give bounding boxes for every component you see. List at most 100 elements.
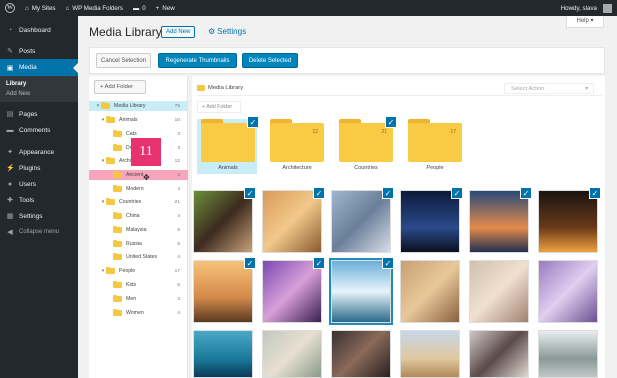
pin-icon: ✎	[7, 48, 13, 55]
folder-count: 3	[177, 145, 180, 151]
media-thumbnail[interactable]: ✓	[331, 187, 394, 253]
add-folder-button[interactable]: + Add Folder	[94, 80, 146, 94]
folder-card[interactable]: 17 People	[404, 119, 464, 174]
folder-tree-item[interactable]: ▾ People 17	[89, 266, 188, 276]
folder-tree-item[interactable]: Men 3	[89, 294, 188, 304]
folder-icon	[113, 184, 122, 192]
checkmark-icon[interactable]: ✓	[244, 187, 256, 199]
media-thumbnail[interactable]	[538, 330, 598, 378]
folder-card[interactable]: 21 Countries ✓	[335, 116, 397, 174]
media-thumbnail[interactable]	[193, 330, 253, 378]
wp-logo-menu[interactable]: W	[0, 0, 20, 16]
folder-tree-label: Malaysia	[126, 227, 147, 233]
checkmark-icon[interactable]: ✓	[313, 187, 325, 199]
folder-tree-item[interactable]: ▾ Animals 10	[89, 115, 188, 125]
chevron-down-icon: ▾	[585, 86, 588, 92]
add-folder-button-main[interactable]: + Add Folder	[197, 101, 241, 113]
folder-tree-item[interactable]: Russia 5	[89, 239, 188, 249]
media-thumbnail[interactable]: ✓	[262, 187, 325, 253]
folder-card[interactable]: Animals ✓	[197, 116, 259, 174]
menu-settings[interactable]: ▦ Settings	[0, 208, 78, 224]
folder-icon: 12	[270, 119, 324, 162]
media-thumbnail[interactable]: ✓	[469, 187, 532, 253]
add-new-button[interactable]: Add New	[161, 26, 196, 38]
media-thumbnail[interactable]	[469, 330, 529, 378]
menu-dashboard[interactable]: ◔ Dashboard	[0, 22, 78, 38]
media-thumbnail[interactable]: ✓	[538, 187, 601, 253]
media-thumbnail[interactable]: ✓	[400, 187, 463, 253]
site-name-menu[interactable]: ⌂ WP Media Folders	[60, 0, 128, 16]
folder-tree-item[interactable]: ▾ Media Library 75	[89, 101, 188, 111]
collapse-icon: ◀	[7, 229, 13, 236]
folder-tree-item[interactable]: United States 4	[89, 252, 188, 262]
select-action-dropdown[interactable]: Select Action ▾	[504, 83, 594, 94]
folder-count: 4	[177, 186, 180, 192]
folder-tree-label: Animals	[119, 117, 138, 123]
folder-tree-item[interactable]: China 4	[89, 211, 188, 221]
folder-count: 6	[177, 282, 180, 288]
checkmark-icon[interactable]: ✓	[313, 257, 325, 269]
regenerate-thumbnails-button[interactable]: Regenerate Thumbnails	[158, 53, 237, 68]
help-tab[interactable]: Help ▾	[566, 16, 604, 28]
menu-appearance[interactable]: ✦ Appearance	[0, 144, 78, 160]
folder-tree-item[interactable]: Kids 6	[89, 280, 188, 290]
folder-tree-item[interactable]: Women 4	[89, 308, 188, 318]
checkmark-icon[interactable]: ✓	[589, 187, 601, 199]
gear-icon: ⚙	[208, 27, 216, 36]
avatar	[603, 3, 612, 13]
media-toolbar: Cancel Selection Regenerate Thumbnails D…	[89, 47, 605, 74]
folder-tree-label: People	[119, 268, 136, 274]
folder-tree-item[interactable]: ▾ Countries 21	[89, 197, 188, 207]
checkmark-icon[interactable]: ✓	[382, 257, 394, 269]
comments-menu[interactable]: ▬ 0	[128, 0, 151, 16]
menu-tools[interactable]: ✚ Tools	[0, 192, 78, 208]
cancel-selection-button[interactable]: Cancel Selection	[96, 53, 151, 68]
checkmark-icon[interactable]: ✓	[382, 187, 394, 199]
admin-bar: W ⌂ My Sites ⌂ WP Media Folders ▬ 0 + New Ho…	[0, 0, 617, 16]
media-thumbnail[interactable]	[400, 260, 460, 323]
media-thumbnail[interactable]	[331, 330, 391, 378]
folder-tree-item[interactable]: Malaysia 5	[89, 225, 188, 235]
folder-icon	[197, 85, 205, 91]
menu-plugins[interactable]: ⚡ Plugins	[0, 160, 78, 176]
folder-icon	[106, 266, 115, 274]
folder-tree-label: Countries	[119, 199, 142, 205]
folder-tree-label: Cats	[126, 131, 137, 137]
checkmark-icon[interactable]: ✓	[451, 187, 463, 199]
menu-posts[interactable]: ✎ Posts	[0, 43, 78, 59]
folder-tree-item[interactable]: Modern 4	[89, 184, 188, 194]
checkmark-icon[interactable]: ✓	[520, 187, 532, 199]
settings-link[interactable]: ⚙ Settings	[208, 27, 246, 36]
menu-media[interactable]: ▣ Media	[0, 59, 78, 76]
submenu-library[interactable]: Library	[0, 79, 78, 89]
media-thumbnail[interactable]	[400, 330, 460, 378]
menu-comments[interactable]: ▬ Comments	[0, 122, 78, 138]
folder-tree-item[interactable]: Ancient 3	[89, 170, 188, 180]
new-content-menu[interactable]: + New	[151, 0, 180, 16]
folder-count: 75	[174, 103, 180, 109]
menu-pages[interactable]: ▤ Pages	[0, 106, 78, 122]
collapse-menu-button[interactable]: ◀ Collapse menu	[0, 224, 78, 240]
menu-users[interactable]: ● Users	[0, 176, 78, 192]
home-icon: ⌂	[25, 4, 29, 12]
media-thumbnail[interactable]: ✓	[331, 257, 394, 323]
media-thumbnail[interactable]: ✓	[193, 257, 256, 323]
checkmark-icon[interactable]: ✓	[244, 257, 256, 269]
media-thumbnail[interactable]	[538, 260, 598, 323]
folder-card[interactable]: 12 Architecture	[266, 119, 326, 174]
account-menu[interactable]: Howdy, slava	[556, 0, 617, 16]
checkmark-icon[interactable]: ✓	[385, 116, 397, 128]
my-sites-menu[interactable]: ⌂ My Sites	[20, 0, 60, 16]
media-thumbnail[interactable]	[469, 260, 529, 323]
checkmark-icon[interactable]: ✓	[247, 116, 259, 128]
media-thumbnail[interactable]	[262, 330, 322, 378]
folder-count: 10	[174, 117, 180, 123]
media-thumbnail[interactable]: ✓	[193, 187, 256, 253]
folder-tree-label: Russia	[126, 241, 142, 247]
submenu-add-new[interactable]: Add New	[0, 89, 78, 99]
home-icon: ⌂	[65, 4, 70, 12]
media-thumbnail[interactable]: ✓	[262, 257, 325, 323]
folder-tree-label: Women	[126, 310, 144, 316]
breadcrumb-label[interactable]: Media Library	[208, 85, 243, 91]
delete-selected-button[interactable]: Delete Selected	[242, 53, 298, 68]
